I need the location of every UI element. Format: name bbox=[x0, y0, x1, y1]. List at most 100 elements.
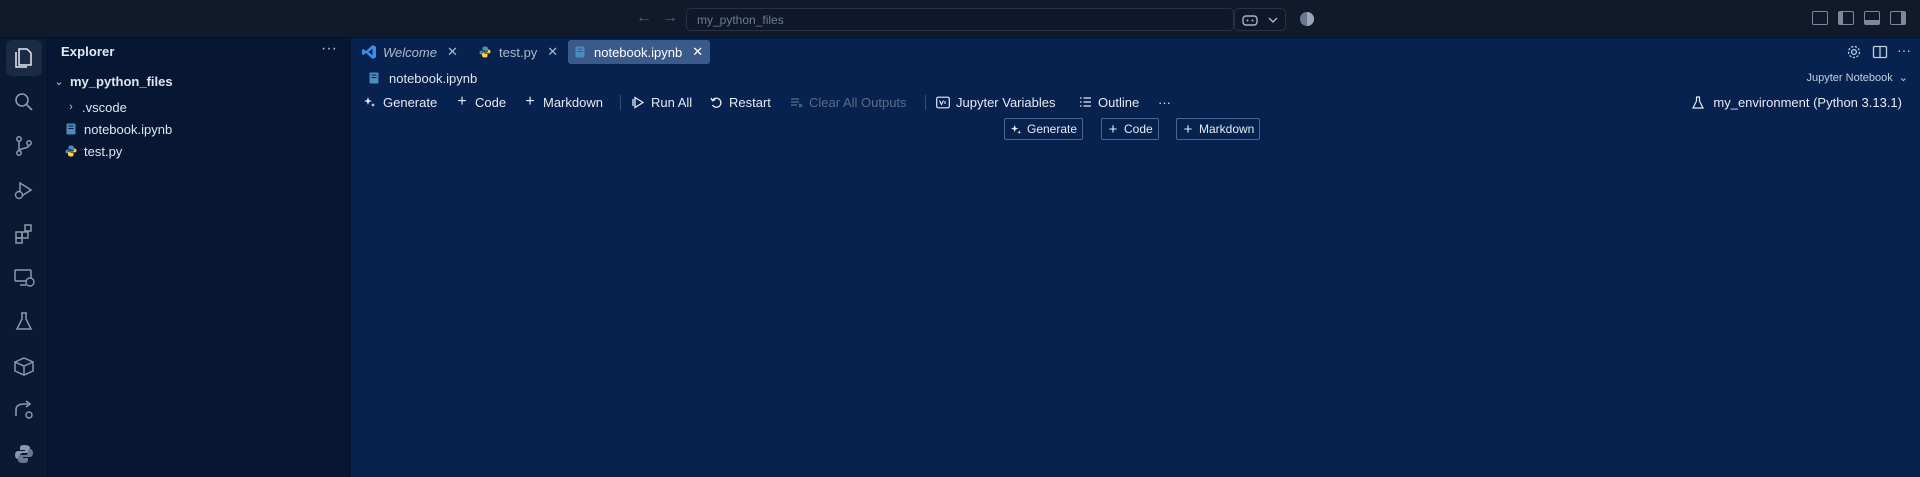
activity-bar bbox=[0, 38, 48, 477]
kernel-label: my_environment (Python 3.13.1) bbox=[1713, 94, 1902, 110]
customize-layout-icon[interactable] bbox=[1812, 11, 1828, 25]
explorer-icon[interactable] bbox=[6, 40, 42, 76]
close-icon[interactable]: ✕ bbox=[692, 44, 703, 60]
more-actions-icon[interactable]: ··· bbox=[1158, 92, 1171, 112]
tree-item-label: .vscode bbox=[82, 99, 127, 115]
code-label: Code bbox=[475, 94, 507, 110]
outline-label: Outline bbox=[1098, 94, 1140, 110]
live-share-icon[interactable] bbox=[6, 392, 42, 428]
outline-button[interactable]: Outline bbox=[1078, 92, 1139, 112]
root-folder[interactable]: ⌄ my_python_files bbox=[48, 70, 350, 92]
notebook-toolbar: Generate + Code + Markdown Run All Resta… bbox=[351, 90, 1920, 114]
notebook-file-icon bbox=[572, 44, 588, 60]
generate-button[interactable]: Generate bbox=[363, 92, 437, 112]
breadcrumb[interactable]: notebook.ipynb bbox=[367, 69, 477, 87]
add-markdown-cell-inline-button[interactable]: + Markdown bbox=[1176, 118, 1261, 140]
add-markdown-cell-button[interactable]: + Markdown bbox=[523, 92, 603, 112]
clear-outputs-label: Clear All Outputs bbox=[809, 94, 907, 110]
extensions-icon[interactable] bbox=[6, 216, 42, 252]
plus-icon: + bbox=[525, 93, 535, 110]
chevron-down-icon bbox=[1268, 17, 1278, 23]
add-code-cell-button[interactable]: + Code bbox=[455, 92, 506, 112]
chevron-down-icon: ⌄ bbox=[54, 75, 64, 88]
jupyter-variables-button[interactable]: Jupyter Variables bbox=[936, 92, 1055, 112]
arrow-left-icon[interactable]: ← bbox=[634, 8, 654, 28]
split-editor-icon[interactable] bbox=[1872, 44, 1888, 60]
code-cell-label: Code bbox=[1124, 122, 1153, 136]
plus-icon: + bbox=[457, 93, 467, 110]
sparkle-icon bbox=[1010, 123, 1022, 135]
tab-bar: Welcome ✕ test.py ✕ notebook.ipynb ✕ ··· bbox=[351, 38, 1920, 66]
run-all-button[interactable]: Run All bbox=[631, 92, 692, 112]
python-icon[interactable] bbox=[6, 436, 42, 472]
list-item-notebook[interactable]: notebook.ipynb bbox=[48, 118, 350, 140]
list-item-vscode[interactable]: › .vscode bbox=[48, 96, 350, 118]
run-all-label: Run All bbox=[651, 94, 693, 110]
restart-button[interactable]: Restart bbox=[709, 92, 771, 112]
restart-label: Restart bbox=[729, 94, 771, 110]
python-file-icon bbox=[64, 144, 78, 158]
editor-area: Welcome ✕ test.py ✕ notebook.ipynb ✕ ··· bbox=[351, 38, 1920, 477]
accounts-icon[interactable] bbox=[1299, 11, 1315, 27]
sparkle-icon bbox=[363, 95, 377, 109]
search-icon[interactable] bbox=[6, 84, 42, 120]
python-file-icon bbox=[477, 44, 493, 60]
markdown-cell-label: Markdown bbox=[1199, 122, 1255, 136]
run-debug-icon[interactable] bbox=[6, 172, 42, 208]
close-icon[interactable]: ✕ bbox=[447, 44, 458, 60]
gear-icon[interactable] bbox=[1846, 44, 1862, 60]
run-all-icon bbox=[631, 95, 645, 109]
toggle-panel-icon[interactable] bbox=[1864, 11, 1880, 25]
variables-label: Jupyter Variables bbox=[956, 94, 1056, 110]
more-actions-icon[interactable]: ··· bbox=[1897, 42, 1913, 58]
explorer-sidebar: Explorer ··· ⌄ my_python_files › .vscode… bbox=[48, 38, 350, 477]
toolbar-separator bbox=[620, 95, 621, 110]
outline-icon bbox=[1078, 95, 1092, 109]
tree-item-label: notebook.ipynb bbox=[84, 121, 173, 137]
plus-icon: + bbox=[1108, 120, 1118, 138]
plus-icon: + bbox=[1183, 120, 1193, 138]
list-item-test-py[interactable]: test.py bbox=[48, 140, 350, 162]
chevron-down-icon: ⌄ bbox=[1898, 72, 1908, 84]
tree-item-label: test.py bbox=[84, 143, 123, 159]
toolbar-separator bbox=[925, 95, 926, 110]
notebook-type-label: Jupyter Notebook bbox=[1806, 72, 1893, 84]
title-bar: ← → my_python_files bbox=[0, 0, 1920, 38]
more-label: ··· bbox=[1158, 94, 1171, 110]
more-actions-icon[interactable]: ··· bbox=[321, 40, 337, 58]
restart-icon bbox=[709, 95, 723, 109]
add-code-cell-inline-button[interactable]: + Code bbox=[1101, 118, 1159, 140]
command-center-search[interactable]: my_python_files bbox=[686, 8, 1234, 31]
sidebar-title: Explorer bbox=[61, 44, 115, 59]
tab-notebook[interactable]: notebook.ipynb ✕ bbox=[568, 40, 711, 64]
tab-label: test.py bbox=[499, 44, 538, 60]
notebook-file-icon bbox=[367, 72, 381, 84]
chevron-right-icon: › bbox=[69, 101, 73, 113]
copilot-icon bbox=[1242, 15, 1258, 26]
toggle-primary-sidebar-icon[interactable] bbox=[1838, 11, 1854, 25]
clear-all-outputs-button[interactable]: Clear All Outputs bbox=[789, 92, 907, 112]
copilot-menu-button[interactable] bbox=[1234, 8, 1286, 31]
close-icon[interactable]: ✕ bbox=[547, 44, 558, 60]
command-center-text: my_python_files bbox=[697, 13, 784, 27]
variables-icon bbox=[936, 95, 950, 109]
arrow-right-icon[interactable]: → bbox=[660, 8, 680, 28]
breadcrumb-file: notebook.ipynb bbox=[389, 70, 478, 86]
toggle-secondary-sidebar-icon[interactable] bbox=[1890, 11, 1906, 25]
tab-label: notebook.ipynb bbox=[594, 44, 683, 60]
kernel-picker-button[interactable]: my_environment (Python 3.13.1) bbox=[1691, 92, 1902, 112]
root-folder-label: my_python_files bbox=[70, 73, 173, 89]
generate-cell-label: Generate bbox=[1027, 122, 1078, 136]
tab-test-py[interactable]: test.py ✕ bbox=[477, 40, 564, 64]
kernel-flask-icon bbox=[1691, 95, 1705, 109]
containers-icon[interactable] bbox=[6, 348, 42, 384]
tab-label: Welcome bbox=[383, 44, 437, 60]
tab-welcome[interactable]: Welcome ✕ bbox=[361, 40, 464, 64]
notebook-type-selector[interactable]: Jupyter Notebook ⌄ bbox=[1807, 71, 1909, 84]
remote-explorer-icon[interactable] bbox=[6, 260, 42, 296]
source-control-icon[interactable] bbox=[6, 128, 42, 164]
generate-cell-button[interactable]: Generate bbox=[1004, 118, 1084, 140]
generate-label: Generate bbox=[383, 94, 438, 110]
testing-icon[interactable] bbox=[6, 304, 42, 340]
notebook-file-icon bbox=[64, 122, 78, 136]
